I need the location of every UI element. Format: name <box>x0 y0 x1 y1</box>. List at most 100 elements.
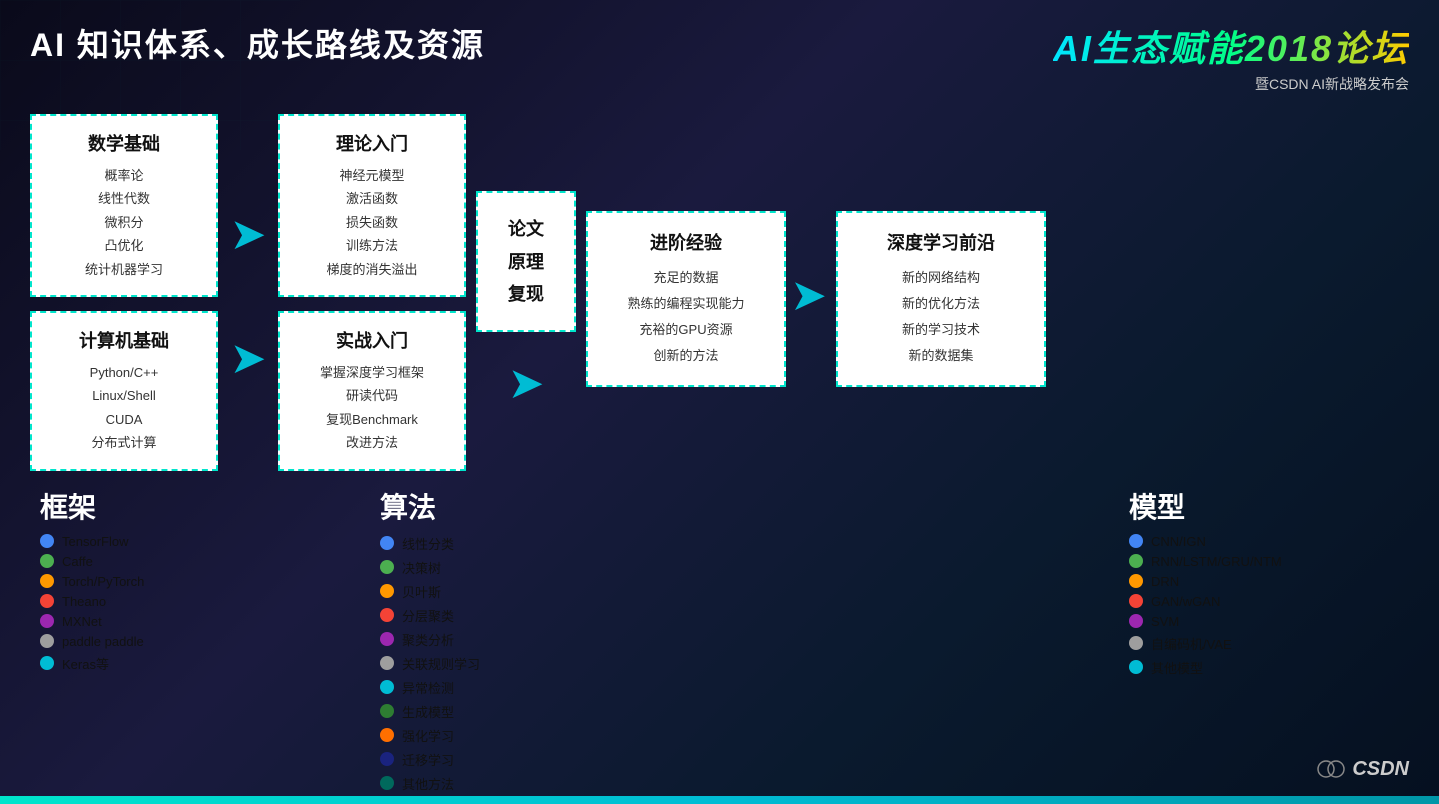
practice-intro-box: 实战入门 掌握深度学习框架 研读代码 复现Benchmark 改进方法 <box>278 311 466 471</box>
deep-item-4: 新的数据集 <box>856 343 1026 369</box>
model-dot-3 <box>1129 574 1143 588</box>
model-item-2: RNN/LSTM/GRU/NTM <box>1129 554 1409 569</box>
math-basics-items: 概率论 线性代数 微积分 凸优化 统计机器学习 <box>48 164 200 281</box>
cs-basics-title: 计算机基础 <box>48 327 200 353</box>
algo-item-5: 聚类分析 <box>380 630 1089 649</box>
algo-text-10: 迁移学习 <box>402 750 454 769</box>
framework-dot-2 <box>40 554 54 568</box>
adv-item-1: 充足的数据 <box>606 265 766 291</box>
framework-text-2: Caffe <box>62 554 93 569</box>
algo-text-4: 分层聚类 <box>402 606 454 625</box>
advanced-items: 充足的数据 熟练的编程实现能力 充裕的GPU资源 创新的方法 <box>606 265 766 369</box>
framework-text-5: MXNet <box>62 614 102 629</box>
framework-item-6: paddle paddle <box>40 634 260 649</box>
advanced-box: 进阶经验 充足的数据 熟练的编程实现能力 充裕的GPU资源 创新的方法 <box>586 211 786 387</box>
models-items: CNN/IGN RNN/LSTM/GRU/NTM DRN GAN/wGAN <box>1129 534 1409 677</box>
math-basics-box: 数学基础 概率论 线性代数 微积分 凸优化 统计机器学习 <box>30 114 218 297</box>
algo-dot-5 <box>380 632 394 646</box>
practice-intro-items: 掌握深度学习框架 研读代码 复现Benchmark 改进方法 <box>296 361 448 455</box>
model-item-1: CNN/IGN <box>1129 534 1409 549</box>
csdn-text: CSDN <box>1352 758 1409 781</box>
deep-item-1: 新的网络结构 <box>856 265 1026 291</box>
math-item-4: 凸优化 <box>48 234 200 257</box>
model-dot-6 <box>1129 636 1143 650</box>
algorithms-label: 算法 <box>380 486 1089 526</box>
arrow-1-top: ➤ <box>226 213 271 257</box>
arrow-1-bottom: ➤ <box>226 337 271 381</box>
advanced-title: 进阶经验 <box>606 229 766 255</box>
algo-text-2: 决策树 <box>402 558 441 577</box>
logo-area: AI生态赋能2018论坛 暨CSDN AI新战略发布会 <box>1053 20 1409 94</box>
cs-basics-items: Python/C++ Linux/Shell CUDA 分布式计算 <box>48 361 200 455</box>
framework-item-5: MXNet <box>40 614 260 629</box>
theory-item-4: 训练方法 <box>296 234 448 257</box>
framework-dot-4 <box>40 594 54 608</box>
algo-dot-10 <box>380 752 394 766</box>
model-item-3: DRN <box>1129 574 1409 589</box>
model-text-4: GAN/wGAN <box>1151 594 1220 609</box>
model-item-4: GAN/wGAN <box>1129 594 1409 609</box>
algo-text-6: 关联规则学习 <box>402 654 480 673</box>
models-label: 模型 <box>1129 486 1409 526</box>
deep-learning-title: 深度学习前沿 <box>856 229 1026 255</box>
framework-text-4: Theano <box>62 594 106 609</box>
arrow-col-3: ➤ <box>781 274 836 318</box>
framework-dot-7 <box>40 656 54 670</box>
framework-dot-3 <box>40 574 54 588</box>
frameworks-section: 框架 TensorFlow Caffe Torch/PyTorch <box>30 486 260 793</box>
model-text-1: CNN/IGN <box>1151 534 1206 549</box>
algo-dot-2 <box>380 560 394 574</box>
cs-basics-box: 计算机基础 Python/C++ Linux/Shell CUDA 分布式计算 <box>30 311 218 471</box>
adv-item-4: 创新的方法 <box>606 343 766 369</box>
algo-item-10: 迁移学习 <box>380 750 1089 769</box>
algo-text-7: 异常检测 <box>402 678 454 697</box>
math-item-1: 概率论 <box>48 164 200 187</box>
model-dot-2 <box>1129 554 1143 568</box>
logo-sub: 暨CSDN AI新战略发布会 <box>1255 74 1409 94</box>
framework-dot-1 <box>40 534 54 548</box>
model-text-5: SVM <box>1151 614 1179 629</box>
model-dot-1 <box>1129 534 1143 548</box>
content-wrapper: AI 知识体系、成长路线及资源 AI生态赋能2018论坛 暨CSDN AI新战略… <box>0 0 1439 804</box>
algo-text-1: 线性分类 <box>402 534 454 553</box>
deep-learning-box: 深度学习前沿 新的网络结构 新的优化方法 新的学习技术 新的数据集 <box>836 211 1046 387</box>
practice-item-2: 研读代码 <box>296 384 448 407</box>
arrow-3: ➤ <box>786 274 831 318</box>
models-section: 模型 CNN/IGN RNN/LSTM/GRU/NTM DRN <box>1089 486 1409 793</box>
arrow-2: ➤ <box>504 362 549 406</box>
algo-dot-1 <box>380 536 394 550</box>
algo-dot-8 <box>380 704 394 718</box>
framework-dot-6 <box>40 634 54 648</box>
algo-text-8: 生成模型 <box>402 702 454 721</box>
model-text-2: RNN/LSTM/GRU/NTM <box>1151 554 1282 569</box>
framework-dot-5 <box>40 614 54 628</box>
deep-learning-col: 深度学习前沿 新的网络结构 新的优化方法 新的学习技术 新的数据集 <box>836 206 1046 387</box>
theory-intro-title: 理论入门 <box>296 130 448 156</box>
framework-item-1: TensorFlow <box>40 534 260 549</box>
model-item-7: 其他模型 <box>1129 658 1409 677</box>
adv-item-2: 熟练的编程实现能力 <box>606 291 766 317</box>
theory-intro-box: 理论入门 神经元模型 激活函数 损失函数 训练方法 梯度的消失溢出 <box>278 114 466 297</box>
theory-intro-items: 神经元模型 激活函数 损失函数 训练方法 梯度的消失溢出 <box>296 164 448 281</box>
model-item-6: 自编码机/VAE <box>1129 634 1409 653</box>
left-basics-col: 数学基础 概率论 线性代数 微积分 凸优化 统计机器学习 计算机基础 Pytho… <box>30 114 218 471</box>
algo-item-4: 分层聚类 <box>380 606 1089 625</box>
csdn-icon <box>1316 754 1346 784</box>
cs-item-1: Python/C++ <box>48 361 200 384</box>
theory-item-1: 神经元模型 <box>296 164 448 187</box>
paper-box: 论文 原理 复现 <box>476 191 576 332</box>
algo-item-8: 生成模型 <box>380 702 1089 721</box>
deep-item-3: 新的学习技术 <box>856 317 1026 343</box>
framework-text-6: paddle paddle <box>62 634 144 649</box>
model-item-5: SVM <box>1129 614 1409 629</box>
algo-dot-7 <box>380 680 394 694</box>
math-item-2: 线性代数 <box>48 187 200 210</box>
cs-item-3: CUDA <box>48 408 200 431</box>
algo-dot-9 <box>380 728 394 742</box>
model-text-3: DRN <box>1151 574 1179 589</box>
theory-practice-col: 理论入门 神经元模型 激活函数 损失函数 训练方法 梯度的消失溢出 实战入门 掌… <box>278 114 466 471</box>
algorithms-items: 线性分类 决策树 贝叶斯 分层聚类 <box>380 534 1089 793</box>
frameworks-items: TensorFlow Caffe Torch/PyTorch Theano <box>40 534 260 673</box>
paper-line-1: 论文 <box>508 213 544 245</box>
algorithms-section: 算法 线性分类 决策树 贝叶斯 <box>260 486 1089 793</box>
